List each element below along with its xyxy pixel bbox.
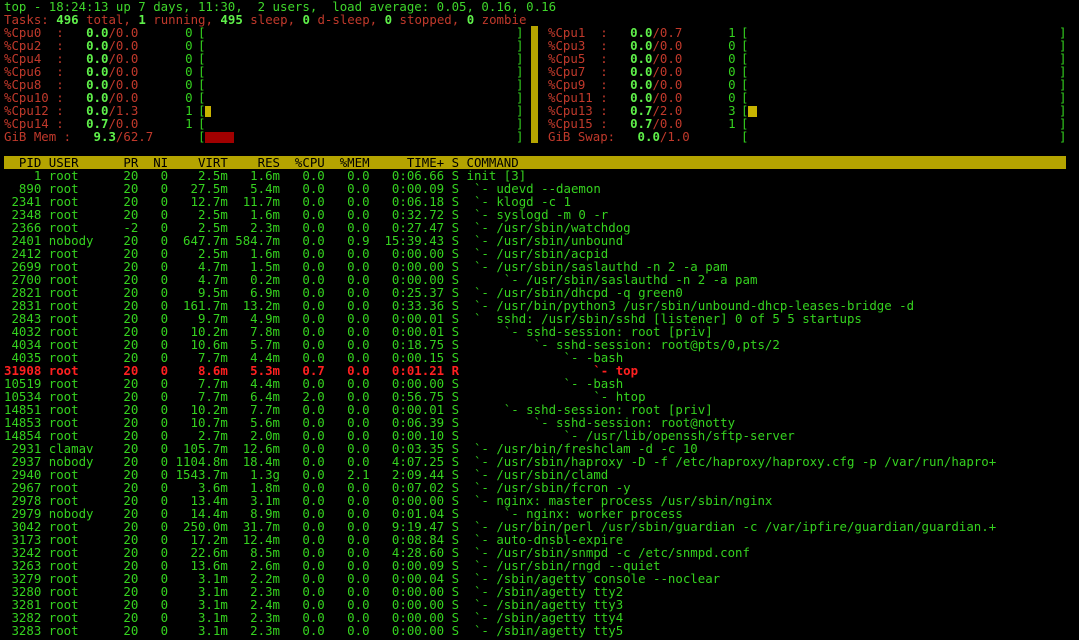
- tasks-stopped: 0: [384, 12, 393, 27]
- swap-meter-label: GiB Swap:: [548, 129, 616, 144]
- swap-meter-max: /1.0: [659, 129, 690, 144]
- tasks-zombie: 0: [466, 12, 475, 27]
- cpu-meter-left-7-percent: 1: [185, 116, 193, 131]
- cpu-meter-left-6-bar-fill: [205, 106, 212, 117]
- mem-meter-bracket-open: [: [198, 129, 206, 144]
- cpu-meter-right-6-bar-fill: [748, 106, 757, 117]
- tasks-stopped-label: stopped,: [399, 12, 460, 27]
- mem-meter-value: 9.3: [93, 129, 116, 144]
- swap-meter-bracket-open: [: [741, 129, 749, 144]
- tasks-sleep-label: sleep,: [250, 12, 296, 27]
- mem-meter-bar-fill: [205, 132, 235, 143]
- tasks-dsleep: 0: [302, 12, 310, 27]
- process-row[interactable]: 3283 root 20 0 3.1m 2.3m 0.0 0.0 0:00.00…: [4, 624, 623, 637]
- tasks-running: 1: [138, 12, 146, 27]
- top-terminal[interactable]: top - 18:24:13 up 7 days, 11:30, 2 users…: [0, 0, 1079, 640]
- mem-meter: GiB Mem : 9.3/62.7: [4, 130, 153, 143]
- swap-meter-bracket-close: ]: [1059, 129, 1067, 144]
- mem-meter-bracket-close: ]: [516, 129, 524, 144]
- tasks-sleep: 495: [220, 12, 243, 27]
- swap-meter: GiB Swap: 0.0/1.0: [548, 130, 690, 143]
- tasks-dsleep-label: d-sleep,: [317, 12, 378, 27]
- cpu-meter-right-7-percent: 1: [728, 116, 736, 131]
- meter-separator: [531, 26, 538, 143]
- mem-meter-label: GiB Mem :: [4, 129, 72, 144]
- mem-meter-max: /62.7: [115, 129, 154, 144]
- swap-meter-value: 0.0: [637, 129, 660, 144]
